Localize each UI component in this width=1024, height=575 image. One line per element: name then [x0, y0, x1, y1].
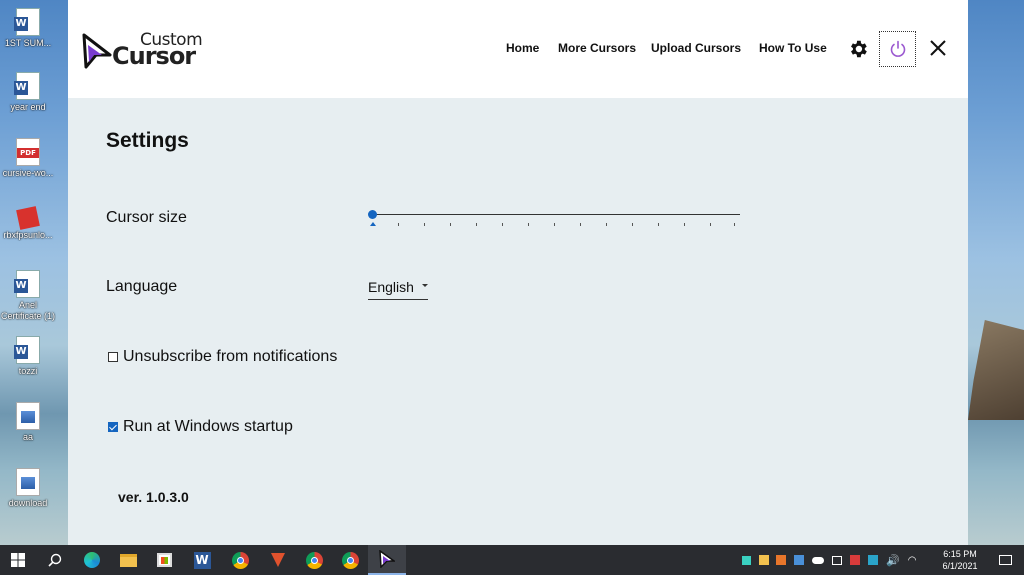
- desktop-icon-word-doc[interactable]: tozzi: [0, 336, 56, 377]
- desktop-icons: 1ST SUM... year end cursive-wo... rbxfps…: [0, 0, 68, 545]
- image-file-icon: [16, 402, 40, 430]
- slider-tick: [606, 223, 607, 226]
- file-explorer-icon[interactable]: [112, 545, 144, 575]
- tray-app-icon[interactable]: [794, 555, 804, 565]
- desktop-icon-image[interactable]: aa: [0, 402, 56, 443]
- slider-tick: [424, 223, 425, 226]
- slider-tick: [684, 223, 685, 226]
- custom-cursor-window: Custom Cursor Home More Cursors Upload C…: [68, 0, 968, 545]
- desktop-icon-label: rbxfpsunlo...: [3, 230, 53, 240]
- taskbar: W 🔊 ◠ 6:15 PM 6/1/2021: [0, 545, 1024, 575]
- close-icon: [930, 40, 946, 56]
- slider-tick: [450, 223, 451, 226]
- word-file-icon: [14, 336, 40, 364]
- slider-tick: [710, 223, 711, 226]
- cursor-size-slider[interactable]: [368, 206, 740, 230]
- close-button[interactable]: [928, 38, 948, 58]
- edge-icon[interactable]: [76, 545, 108, 575]
- slider-thumb[interactable]: [368, 210, 377, 219]
- slider-tick: [734, 223, 735, 226]
- notifications-icon[interactable]: [990, 545, 1020, 575]
- gear-icon[interactable]: [847, 38, 869, 65]
- search-icon[interactable]: [40, 545, 70, 575]
- desktop-icon-label: tozzi: [18, 366, 38, 376]
- logo-text-bottom: Cursor: [112, 42, 196, 70]
- slider-tick: [398, 223, 399, 226]
- desktop-icon-pdf[interactable]: cursive-wo...: [0, 138, 56, 179]
- settings-title: Settings: [106, 129, 189, 152]
- store-icon[interactable]: [148, 545, 180, 575]
- tray-app-icon[interactable]: [868, 555, 878, 565]
- language-select[interactable]: English: [368, 279, 428, 300]
- cursor-size-label: Cursor size: [106, 209, 187, 226]
- nav-how-to-use[interactable]: How To Use: [759, 41, 827, 55]
- slider-marker: [370, 222, 376, 226]
- desktop-icon-word-doc[interactable]: 1ST SUM...: [0, 8, 56, 49]
- power-button[interactable]: [879, 31, 916, 67]
- tray-shield-icon[interactable]: [759, 555, 769, 565]
- startup-checkbox[interactable]: [108, 422, 118, 432]
- custom-cursor-icon[interactable]: [368, 545, 406, 575]
- language-select-value: English: [368, 279, 414, 295]
- custom-cursor-logo[interactable]: Custom Cursor: [82, 30, 206, 70]
- desktop-icon-image[interactable]: download: [0, 468, 56, 509]
- slider-tick: [528, 223, 529, 226]
- tray-app-icon[interactable]: [742, 555, 751, 565]
- taskbar-clock[interactable]: 6:15 PM 6/1/2021: [934, 548, 986, 572]
- desktop-icon-label: cursive-wo...: [2, 168, 54, 178]
- windows-start-icon[interactable]: [4, 545, 32, 575]
- clock-date: 6/1/2021: [942, 561, 978, 571]
- nav-more-cursors[interactable]: More Cursors: [558, 41, 636, 55]
- nav-upload-cursors[interactable]: Upload Cursors: [651, 41, 741, 55]
- slider-tick: [476, 223, 477, 226]
- chrome-icon[interactable]: [224, 545, 256, 575]
- chevron-down-icon: [422, 284, 428, 287]
- brave-icon[interactable]: [262, 545, 294, 575]
- word-file-icon: [14, 72, 40, 100]
- system-tray: 🔊 ◠: [742, 545, 916, 575]
- nav-home[interactable]: Home: [506, 41, 539, 55]
- word-file-icon: [14, 270, 40, 298]
- chrome-icon[interactable]: [298, 545, 330, 575]
- pdf-file-icon: [16, 138, 40, 166]
- startup-label: Run at Windows startup: [123, 418, 293, 435]
- version-label: ver. 1.0.3.0: [118, 489, 189, 505]
- tray-app-icon[interactable]: [850, 555, 860, 565]
- unsubscribe-checkbox[interactable]: [108, 352, 118, 362]
- unsubscribe-option[interactable]: Unsubscribe from notifications: [108, 348, 337, 366]
- desktop-icon-roblox[interactable]: rbxfpsunlo...: [0, 204, 56, 241]
- volume-icon[interactable]: 🔊: [886, 554, 900, 567]
- app-header: Custom Cursor Home More Cursors Upload C…: [68, 0, 968, 98]
- slider-tick: [554, 223, 555, 226]
- slider-tick: [502, 223, 503, 226]
- clock-time: 6:15 PM: [943, 549, 977, 559]
- desktop-icon-word-doc[interactable]: Anel Certificate (1): [0, 270, 56, 322]
- word-file-icon: [14, 8, 40, 36]
- startup-option[interactable]: Run at Windows startup: [108, 418, 293, 436]
- language-label: Language: [106, 278, 178, 295]
- tray-app-icon[interactable]: [832, 555, 842, 565]
- slider-tick: [580, 223, 581, 226]
- wifi-icon[interactable]: ◠: [908, 555, 917, 566]
- cursor-logo-icon: [82, 33, 112, 69]
- roblox-icon: [16, 206, 40, 230]
- desktop-icon-label: download: [8, 498, 48, 508]
- wallpaper-cliff: [968, 320, 1024, 420]
- desktop-icon-label: Anel Certificate (1): [0, 300, 55, 321]
- image-file-icon: [16, 468, 40, 496]
- desktop-icon-label: 1ST SUM...: [4, 38, 52, 48]
- slider-tick: [658, 223, 659, 226]
- word-icon[interactable]: W: [186, 545, 218, 575]
- desktop-icon-label: aa: [22, 432, 33, 442]
- onedrive-icon[interactable]: [812, 556, 824, 564]
- desktop-icon-label: year end: [10, 102, 46, 112]
- power-icon: [890, 40, 905, 57]
- slider-track: [372, 214, 740, 215]
- unsubscribe-label: Unsubscribe from notifications: [123, 348, 338, 365]
- desktop-icon-word-doc[interactable]: year end: [0, 72, 56, 113]
- tray-app-icon[interactable]: [776, 555, 786, 565]
- slider-tick: [632, 223, 633, 226]
- chrome-icon[interactable]: [334, 545, 366, 575]
